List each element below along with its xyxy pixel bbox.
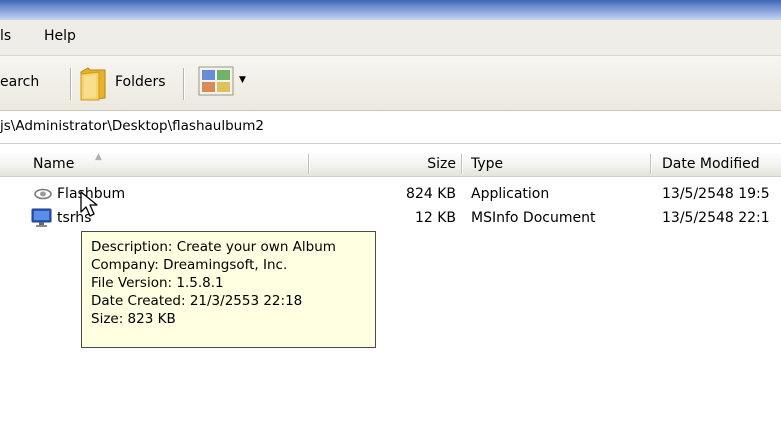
file-type: MSInfo Document [471, 210, 596, 226]
column-header-date-modified[interactable]: Date Modified [662, 152, 760, 176]
address-path: js\Administrator\Desktop\flashaulbum2 [0, 118, 264, 134]
search-button[interactable]: earch [0, 74, 39, 90]
toolbar-separator [70, 68, 71, 100]
file-date-modified: 13/5/2548 19:5 [662, 186, 770, 202]
chevron-down-icon[interactable]: ▼ [239, 75, 246, 85]
column-header-row: Name ▲ Size Type Date Modified [0, 152, 781, 177]
column-separator[interactable] [308, 154, 309, 174]
tooltip-company: Company: Dreamingsoft, Inc. [91, 257, 288, 273]
column-header-type[interactable]: Type [471, 152, 503, 176]
msinfo-document-icon [31, 208, 52, 227]
search-button-label: earch [0, 74, 40, 90]
tooltip-date-created: Date Created: 21/3/2553 22:18 [91, 293, 303, 309]
window-title-bar[interactable] [0, 0, 781, 20]
file-row[interactable]: Flashbum 824 KB Application 13/5/2548 19… [0, 182, 781, 206]
sort-ascending-icon: ▲ [95, 152, 102, 162]
menu-bar: ls Help [0, 20, 781, 56]
views-icon [198, 66, 234, 96]
tooltip-file-version: File Version: 1.5.8.1 [91, 275, 224, 291]
file-info-tooltip: Description: Create your own Album Compa… [81, 231, 376, 348]
file-date-modified: 13/5/2548 22:1 [662, 210, 770, 226]
column-separator[interactable] [461, 154, 462, 174]
flash-app-icon [34, 188, 52, 200]
toolbar-separator [183, 68, 184, 100]
column-header-size[interactable]: Size [416, 152, 456, 176]
file-row[interactable]: tsrhs 12 KB MSInfo Document 13/5/2548 22… [0, 206, 781, 230]
mouse-pointer-icon [80, 191, 98, 217]
menu-item-help[interactable]: Help [44, 28, 76, 44]
column-separator[interactable] [650, 154, 651, 174]
tooltip-size: Size: 823 KB [91, 311, 176, 327]
file-size: 824 KB [406, 186, 456, 202]
folders-button-label: Folders [115, 74, 166, 90]
tooltip-description: Description: Create your own Album [91, 239, 336, 255]
toolbar: earch Folders ▼ [0, 56, 781, 111]
menu-item-tools[interactable]: ls [0, 28, 11, 44]
folder-icon [80, 67, 106, 101]
views-button[interactable]: ▼ [198, 66, 250, 100]
column-header-name[interactable]: Name [33, 152, 74, 176]
file-type: Application [471, 186, 550, 202]
address-bar[interactable]: js\Administrator\Desktop\flashaulbum2 [0, 111, 781, 144]
file-size: 12 KB [414, 210, 456, 226]
